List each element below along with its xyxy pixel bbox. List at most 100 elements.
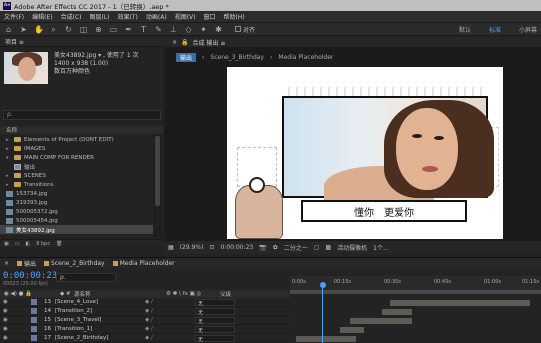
color-icon[interactable]: ✿ [273, 244, 278, 251]
project-search-input[interactable]: ρ. [3, 110, 161, 120]
pan-behind-icon[interactable]: ⊕ [94, 25, 103, 34]
hand-tool-icon[interactable]: ✋ [34, 25, 44, 34]
col-source-name[interactable]: 源名称 [74, 290, 166, 298]
eye-icon[interactable]: ◉ [3, 326, 9, 332]
new-folder-icon[interactable]: ▭ [15, 241, 20, 247]
parent-select[interactable]: 无 [195, 316, 235, 325]
layer-switches[interactable]: ◆ / [145, 317, 195, 323]
layer-switches[interactable]: ◆ / [145, 335, 195, 341]
mask-tool-icon[interactable]: ▭ [109, 25, 118, 34]
timeline-search-input[interactable]: ρ. [56, 273, 116, 282]
layer-name[interactable]: [Scene_2_Birthday] [55, 335, 145, 341]
snapshot-icon[interactable]: 📷 [259, 244, 266, 251]
expand-arrow-icon[interactable]: ▸ [6, 146, 11, 152]
stamp-tool-icon[interactable]: ⊥ [169, 25, 178, 34]
comp-canvas[interactable]: 懂你 更爱你 [227, 67, 503, 239]
workspace-small-screen[interactable]: 小屏幕 [519, 25, 537, 34]
zoom-level[interactable]: (29.9%) [180, 244, 204, 251]
region-icon[interactable]: ▢ [314, 244, 320, 251]
breadcrumb-media[interactable]: Media Placeholder [278, 54, 333, 61]
close-icon[interactable]: × [4, 260, 9, 267]
layer-row[interactable]: ◉ 15 [Scene_3_Travel] ◆ / 无 [0, 316, 290, 325]
eye-icon[interactable]: ◉ [3, 335, 9, 341]
layer-duration-bar[interactable] [382, 309, 412, 315]
collapse-arrow-icon[interactable]: ▾ [6, 155, 11, 161]
resolution-select[interactable]: 二分之一 [284, 243, 308, 252]
parent-select[interactable]: 无 [195, 325, 235, 334]
snap-checkbox[interactable] [235, 26, 241, 32]
menu-edit[interactable]: 编辑(E) [32, 12, 52, 21]
layer-duration-bar[interactable] [340, 327, 364, 333]
puppet-tool-icon[interactable]: ✱ [214, 25, 223, 34]
workspace-default[interactable]: 默认 [459, 25, 471, 34]
col-parent[interactable]: 父级 [220, 290, 231, 298]
work-area-bar[interactable] [290, 290, 541, 294]
brush-tool-icon[interactable]: ✎ [154, 25, 163, 34]
new-comp-icon[interactable]: ◧ [25, 241, 30, 247]
layer-duration-bar[interactable] [390, 300, 530, 306]
parent-select[interactable]: 无 [195, 298, 235, 307]
viewer-timecode[interactable]: 0:00:00:23 [220, 244, 253, 251]
interpret-footage-icon[interactable]: ▣ [4, 241, 9, 247]
layer-switches[interactable]: ◆ / [145, 308, 195, 314]
layer-switches[interactable]: ◆ / [145, 326, 195, 332]
layer-name[interactable]: [Scene_4_Love] [55, 299, 145, 305]
camera-tool-icon[interactable]: ◫ [79, 25, 88, 34]
grid-icon[interactable]: ▦ [168, 244, 174, 251]
menu-view[interactable]: 视图(V) [175, 12, 196, 21]
parent-select[interactable]: 无 [195, 307, 235, 316]
timeline-timecode[interactable]: 0:00:00:23 [3, 271, 57, 281]
scroll-thumb[interactable] [155, 136, 160, 206]
parent-select[interactable]: 无 [195, 334, 235, 343]
layer-row[interactable]: ◉ 13 [Scene_4_Love] ◆ / 无 [0, 298, 290, 307]
views-select[interactable]: 1个... [373, 243, 389, 252]
close-icon[interactable]: × [172, 39, 177, 46]
menu-effect[interactable]: 效果(T) [118, 12, 138, 21]
zoom-tool-icon[interactable]: ⌕ [49, 25, 58, 34]
camera-select[interactable]: 活动摄像机 [337, 243, 367, 252]
layer-switches[interactable]: ◆ / [145, 299, 195, 305]
project-column-header[interactable]: 名称 [0, 126, 163, 134]
rotate-tool-icon[interactable]: ↻ [64, 25, 73, 34]
project-item[interactable]: 153734.jpg [0, 189, 153, 198]
menu-layer[interactable]: 图层(L) [90, 12, 110, 21]
project-item[interactable]: 输出 [0, 162, 153, 171]
snap-toggle[interactable]: 对齐 [235, 25, 255, 34]
menu-animation[interactable]: 动画(A) [146, 12, 167, 21]
workspace-standard[interactable]: 标准 [489, 25, 501, 34]
cti-head[interactable] [320, 282, 326, 288]
project-item[interactable]: ▸ SCENES [0, 171, 153, 180]
fit-icon[interactable]: ⊡ [209, 244, 214, 251]
current-time-indicator[interactable] [320, 282, 326, 343]
breadcrumb-scene[interactable]: Scene_3_Birthday [210, 54, 264, 61]
layer-row[interactable]: ◉ 17 [Scene_2_Birthday] ◆ / 无 [0, 334, 290, 343]
layer-duration-bar[interactable] [350, 318, 412, 324]
project-item-selected[interactable]: 美女43892.jpg [0, 225, 153, 234]
layer-name[interactable]: [Transition_1] [55, 326, 145, 332]
home-icon[interactable]: ⌂ [4, 25, 13, 34]
project-item[interactable]: ▸ Elements of Project (DONT EDIT) [0, 135, 153, 144]
project-item[interactable]: 500005454.jpg [0, 216, 153, 225]
timeline-tab-scene2[interactable]: Scene_2_Birthday [44, 260, 105, 267]
menu-help[interactable]: 帮助(H) [224, 12, 245, 21]
expand-arrow-icon[interactable]: ▸ [6, 137, 11, 143]
eye-icon[interactable]: ◉ [3, 317, 9, 323]
layer-row[interactable]: ◉ 14 [Transition_2] ◆ / 无 [0, 307, 290, 316]
project-scrollbar[interactable] [153, 134, 162, 238]
timeline-tab-output[interactable]: 输出 [17, 259, 36, 268]
layer-name[interactable]: [Scene_3_Travel] [55, 317, 145, 323]
layer-duration-bar[interactable] [296, 336, 356, 342]
menu-composition[interactable]: 合成(C) [61, 12, 82, 21]
eye-icon[interactable]: ◉ [3, 308, 9, 314]
project-item[interactable]: ▸ IMAGES [0, 144, 153, 153]
time-ruler[interactable]: 0:00s 00:15s 00:30s 00:45s 01:00s 01:15s [290, 276, 541, 290]
eraser-tool-icon[interactable]: ◇ [184, 25, 193, 34]
trash-icon[interactable]: 🗑 [56, 241, 62, 247]
expand-arrow-icon[interactable]: ▸ [6, 173, 11, 179]
menu-window[interactable]: 窗口 [203, 12, 215, 21]
project-item[interactable]: ▸ Transitions [0, 180, 153, 189]
viewer-title[interactable]: 合成 输出 ≡ [193, 38, 226, 47]
layer-name[interactable]: [Transition_2] [55, 308, 145, 314]
project-item[interactable]: 500005372.jpg [0, 207, 153, 216]
lock-icon[interactable]: 🔒 [181, 39, 188, 46]
